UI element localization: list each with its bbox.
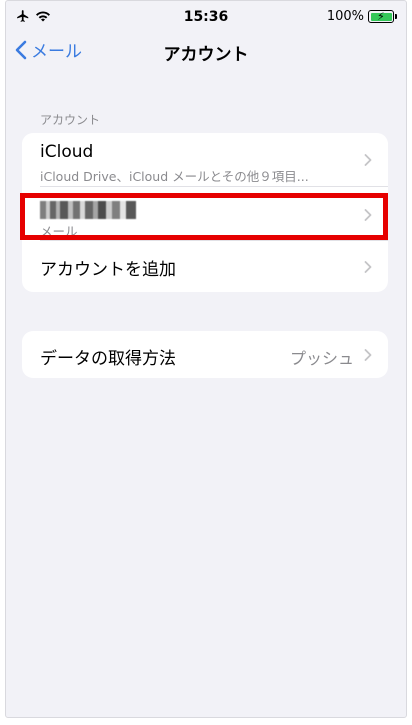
chevron-right-icon (364, 261, 372, 273)
bolt-icon: ⚡ (377, 10, 385, 23)
section-header-accounts: アカウント (40, 113, 101, 127)
account-row-subtitle: iCloud Drive、iCloud メールとその他９項目... (40, 169, 309, 184)
highlight-box (20, 193, 388, 240)
fetch-new-data-label: データの取得方法 (40, 349, 176, 369)
status-bar: 15:36 100% ⚡ (6, 1, 406, 31)
navigation-bar: メール アカウント (6, 31, 406, 71)
battery-charging-icon: ⚡ (368, 10, 397, 23)
battery-cap (395, 14, 397, 19)
status-right: 100% ⚡ (326, 9, 397, 24)
battery-percent: 100% (326, 9, 364, 24)
chevron-right-icon (364, 349, 372, 361)
phone-screen: 15:36 100% ⚡ メール アカウント アカウント iCloud iClo… (5, 0, 407, 718)
chevron-right-icon (364, 154, 372, 166)
fetch-settings-list: データの取得方法 プッシュ (22, 331, 388, 378)
fetch-new-data-value: プッシュ (289, 349, 354, 368)
page-title: アカウント (163, 45, 249, 65)
add-account-button[interactable]: アカウントを追加 (22, 241, 388, 292)
fetch-new-data-row[interactable]: データの取得方法 プッシュ (22, 331, 388, 378)
account-row-icloud[interactable]: iCloud iCloud Drive、iCloud メールとその他９項目... (22, 133, 388, 186)
add-account-label: アカウントを追加 (40, 260, 176, 280)
account-row-title: iCloud (40, 142, 94, 162)
